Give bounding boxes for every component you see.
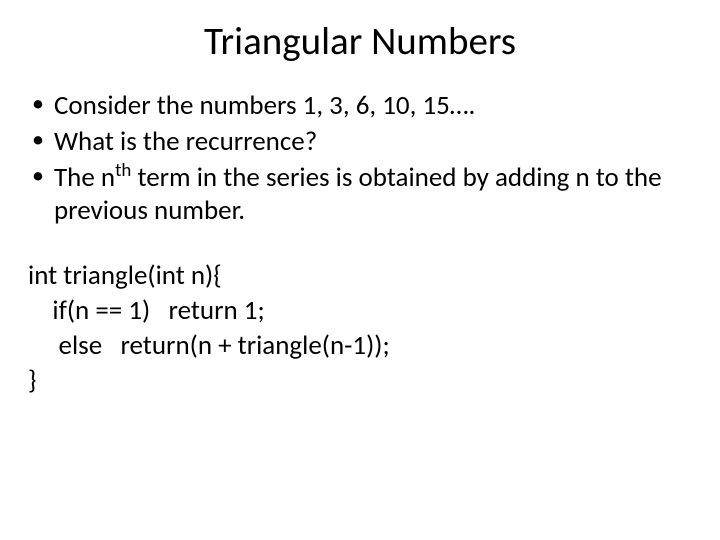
code-line: if(n == 1) return 1; xyxy=(28,293,692,328)
code-line: else return(n + triangle(n-1)); xyxy=(28,328,692,363)
code-line: int triangle(int n){ xyxy=(28,258,692,293)
bullet-item: The nth term in the series is obtained b… xyxy=(28,161,692,229)
bullet-item: Consider the numbers 1, 3, 6, 10, 15…. xyxy=(28,89,692,123)
code-line: } xyxy=(28,363,692,398)
bullet-item: What is the recurrence? xyxy=(28,125,692,159)
bullet-list: Consider the numbers 1, 3, 6, 10, 15…. W… xyxy=(28,89,692,228)
slide-title: Triangular Numbers xyxy=(28,18,692,65)
code-block: int triangle(int n){ if(n == 1) return 1… xyxy=(28,258,692,398)
